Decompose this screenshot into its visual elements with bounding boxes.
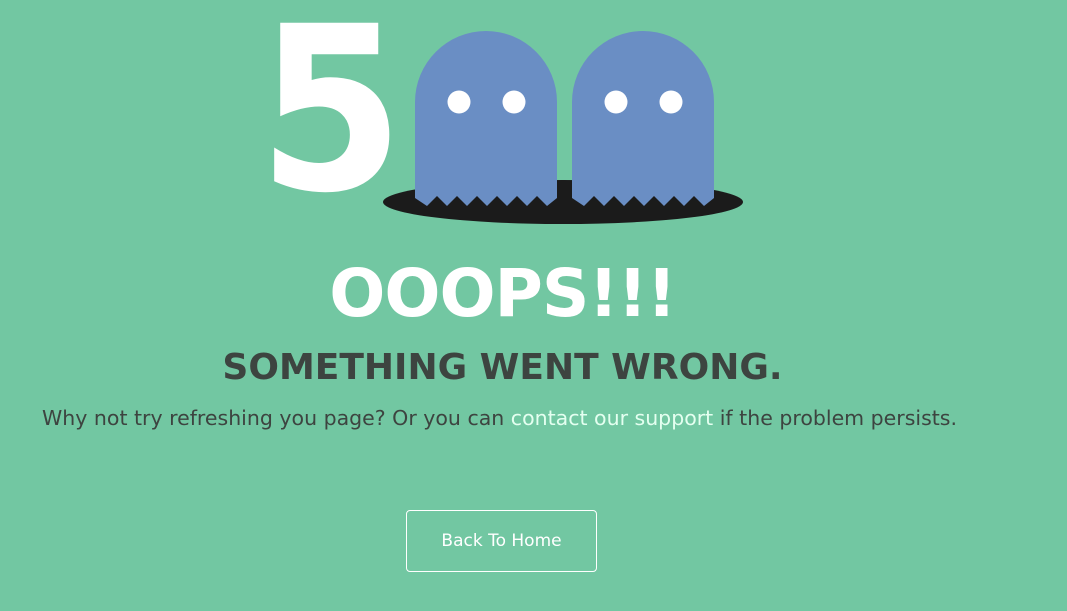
back-to-home-button[interactable]: Back To Home — [406, 510, 597, 572]
ghost-right-icon — [572, 31, 714, 206]
error-headline: OOOPS!!! — [329, 255, 677, 332]
error-digit-five: 5 — [258, 0, 404, 243]
error-message-text-before: Why not try refreshing you page? Or you … — [42, 406, 511, 430]
error-message: Why not try refreshing you page? Or you … — [42, 404, 1042, 432]
error-message-text-after: if the problem persists. — [713, 406, 958, 430]
ghost-left-icon — [415, 31, 557, 206]
error-subheadline: SOMETHING WENT WRONG. — [222, 347, 783, 388]
ghosts-in-hole-illustration — [383, 31, 743, 224]
contact-support-link[interactable]: contact our support — [511, 406, 713, 430]
